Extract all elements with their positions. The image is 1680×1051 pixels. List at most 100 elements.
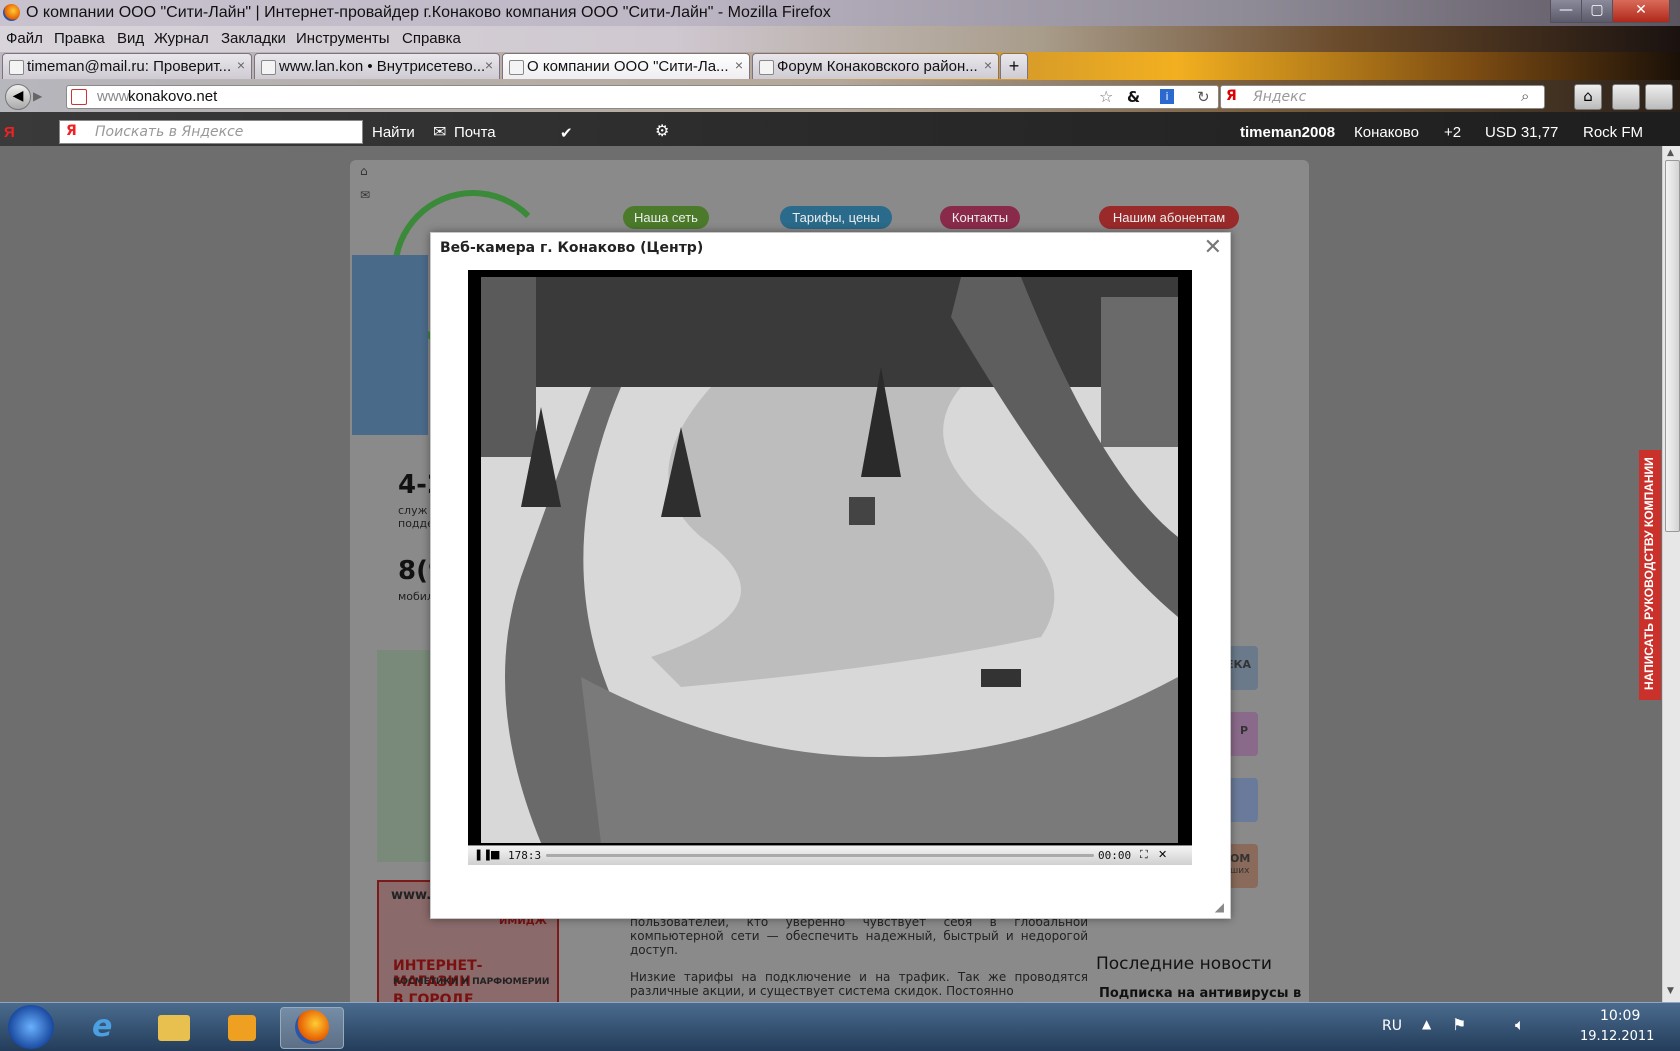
action-center-flag-icon[interactable]: ⚑ (1452, 1015, 1466, 1034)
nav-tariffs[interactable]: Тарифы, цены (780, 206, 892, 229)
mail-envelope-icon: ✉ (433, 124, 447, 141)
fullscreen-icon[interactable]: ⛶ (1140, 848, 1148, 862)
about-text: пользователей, кто уверенно чувствует се… (630, 915, 1088, 957)
yandex-search-input[interactable]: Я Поискать в Яндексе (59, 120, 363, 144)
taskbar-media-icon[interactable] (210, 1007, 272, 1047)
scroll-up-icon[interactable]: ▲ (1667, 148, 1674, 158)
yandex-mail-button[interactable]: Почта (454, 124, 496, 141)
player-controls: ❚❚ ■ 178:3 00:00 ⛶ ✕ (468, 845, 1192, 865)
news-heading: Последние новости (1096, 954, 1272, 974)
player-progress-track[interactable] (546, 854, 1094, 857)
side-button-label: Р (1240, 724, 1249, 737)
reload-icon[interactable]: ↻ (1197, 88, 1210, 106)
scroll-down-icon[interactable]: ▼ (1667, 986, 1674, 996)
addon-ampersand-icon[interactable]: & (1127, 88, 1140, 106)
building-right (1101, 297, 1178, 447)
side-button-label: ОМ (1230, 852, 1251, 865)
yandex-engine-icon[interactable]: Я (1226, 88, 1237, 104)
modal-title: Веб-камера г. Конаково (Центр) (440, 240, 704, 256)
info-icon[interactable]: i (1160, 89, 1174, 104)
forward-button[interactable]: ▶ (33, 87, 51, 105)
banner-subtitle: КОСМЕТИКИ И ПАРФЮМЕРИИ (393, 977, 550, 987)
webcam-video-frame[interactable] (481, 277, 1178, 843)
tab-mail[interactable]: timeman@mail.ru: Проверит... × (2, 53, 252, 79)
search-placeholder: Яндекс (1253, 89, 1307, 105)
clock-time[interactable]: 10:09 (1600, 1008, 1640, 1024)
feedback-side-tab[interactable]: НАПИСАТЬ РУКОВОДСТВУ КОМПАНИИ (1639, 450, 1661, 700)
close-window-button[interactable]: ✕ (1612, 0, 1670, 23)
taskbar-firefox-icon[interactable] (280, 1007, 344, 1049)
taskbar-ie-icon[interactable]: e (74, 1007, 136, 1047)
firefox-icon (3, 4, 20, 21)
volume-tray-icon[interactable]: 🔈︎ (1515, 1015, 1525, 1035)
settings-gear-icon[interactable]: ⚙ (655, 121, 669, 141)
modal-close-button[interactable]: ✕ (1204, 235, 1222, 260)
home-icon[interactable]: ⌂ (360, 164, 368, 178)
menu-file[interactable]: Файл (6, 30, 43, 47)
menu-history[interactable]: Журнал (154, 30, 209, 47)
yandex-weather[interactable]: +2 (1444, 124, 1461, 141)
yandex-username[interactable]: timeman2008 (1240, 124, 1335, 141)
minimize-button[interactable]: — (1550, 0, 1582, 23)
search-magnifier-icon[interactable]: ⌕ (1521, 87, 1529, 105)
menu-bookmarks[interactable]: Закладки (221, 30, 286, 47)
yandex-radio[interactable]: Rock FM (1583, 124, 1643, 141)
tab-close-icon[interactable]: × (735, 57, 743, 73)
nav-our-network[interactable]: Наша сеть (623, 206, 709, 229)
clock-date[interactable]: 19.12.2011 (1580, 1029, 1654, 1044)
tab-bar: timeman@mail.ru: Проверит... × www.lan.k… (0, 52, 1680, 80)
yandex-city[interactable]: Конаково (1354, 124, 1419, 141)
home-button[interactable]: ⌂ (1574, 84, 1602, 110)
player-elapsed-time: 178:3 (508, 849, 542, 862)
tree-line (481, 277, 1178, 387)
banner-city: В ГОРОДЕ КОНАКОВО (393, 992, 474, 1002)
phone-1-caption-2: подде (398, 517, 434, 530)
page-scrollbar[interactable]: ▲ ▼ (1662, 146, 1680, 1002)
stop-icon[interactable]: ■ (490, 848, 500, 861)
mail-icon[interactable]: ✉ (360, 188, 370, 202)
yandex-logo-icon[interactable]: Я (4, 124, 15, 141)
new-tab-button[interactable]: + (1000, 53, 1028, 79)
media-player-icon (228, 1015, 256, 1041)
nav-subscribers[interactable]: Нашим абонентам (1099, 206, 1239, 229)
maximize-button[interactable]: ▢ (1581, 0, 1613, 23)
menu-bar: Файл Правка Вид Журнал Закладки Инструме… (0, 26, 1680, 52)
menu-tools[interactable]: Инструменты (296, 30, 390, 47)
menu-help[interactable]: Справка (402, 30, 461, 47)
resize-grip-icon[interactable]: ◢ (1215, 900, 1224, 914)
crane-truck (849, 497, 875, 525)
language-indicator[interactable]: RU (1382, 1018, 1402, 1034)
scroll-thumb[interactable] (1665, 160, 1680, 532)
addon-button-2[interactable] (1645, 84, 1673, 110)
internet-explorer-icon: e (92, 1009, 113, 1044)
yandex-find-button[interactable]: Найти (372, 124, 415, 141)
search-bar[interactable]: Я Яндекс ⌕ (1220, 85, 1545, 109)
tray-expand-icon[interactable]: ▲ (1422, 1017, 1431, 1031)
start-button[interactable] (8, 1005, 54, 1049)
folder-icon (158, 1015, 190, 1041)
addon-button[interactable] (1612, 84, 1640, 110)
taskbar-explorer-icon[interactable] (142, 1007, 204, 1047)
news-item-link[interactable]: Подписка на антивирусы в (1099, 986, 1301, 1001)
url-bar[interactable]: www. konakovo.net ☆ & i ↻ (66, 85, 1219, 109)
bookmark-star-icon[interactable]: ☆ (1099, 87, 1113, 106)
check-icon[interactable]: ✔ (560, 124, 573, 142)
mail-favicon-icon (9, 60, 24, 75)
site-identity-icon[interactable] (71, 89, 87, 105)
tab-city-line[interactable]: О компании ООО "Сити-Ла... × (502, 53, 750, 79)
back-button[interactable]: ◀ (5, 84, 31, 110)
side-button-sublabel: ших (1230, 866, 1250, 876)
tab-close-icon[interactable]: × (237, 57, 245, 73)
yandex-search-placeholder: Поискать в Яндексе (95, 124, 244, 140)
car-bottom (981, 669, 1021, 687)
volume-icon[interactable]: ✕ (1158, 848, 1167, 861)
yandex-currency[interactable]: USD 31,77 (1485, 124, 1558, 141)
tab-lan-kon[interactable]: www.lan.kon • Внутрисетево... × (254, 53, 500, 79)
tab-close-icon[interactable]: × (485, 57, 493, 73)
banner-url: www. (391, 888, 432, 903)
menu-view[interactable]: Вид (117, 30, 144, 47)
menu-edit[interactable]: Правка (54, 30, 105, 47)
tab-forum[interactable]: Форум Конаковского район... × (752, 53, 999, 79)
tab-close-icon[interactable]: × (984, 57, 992, 73)
nav-contacts[interactable]: Контакты (940, 206, 1020, 229)
